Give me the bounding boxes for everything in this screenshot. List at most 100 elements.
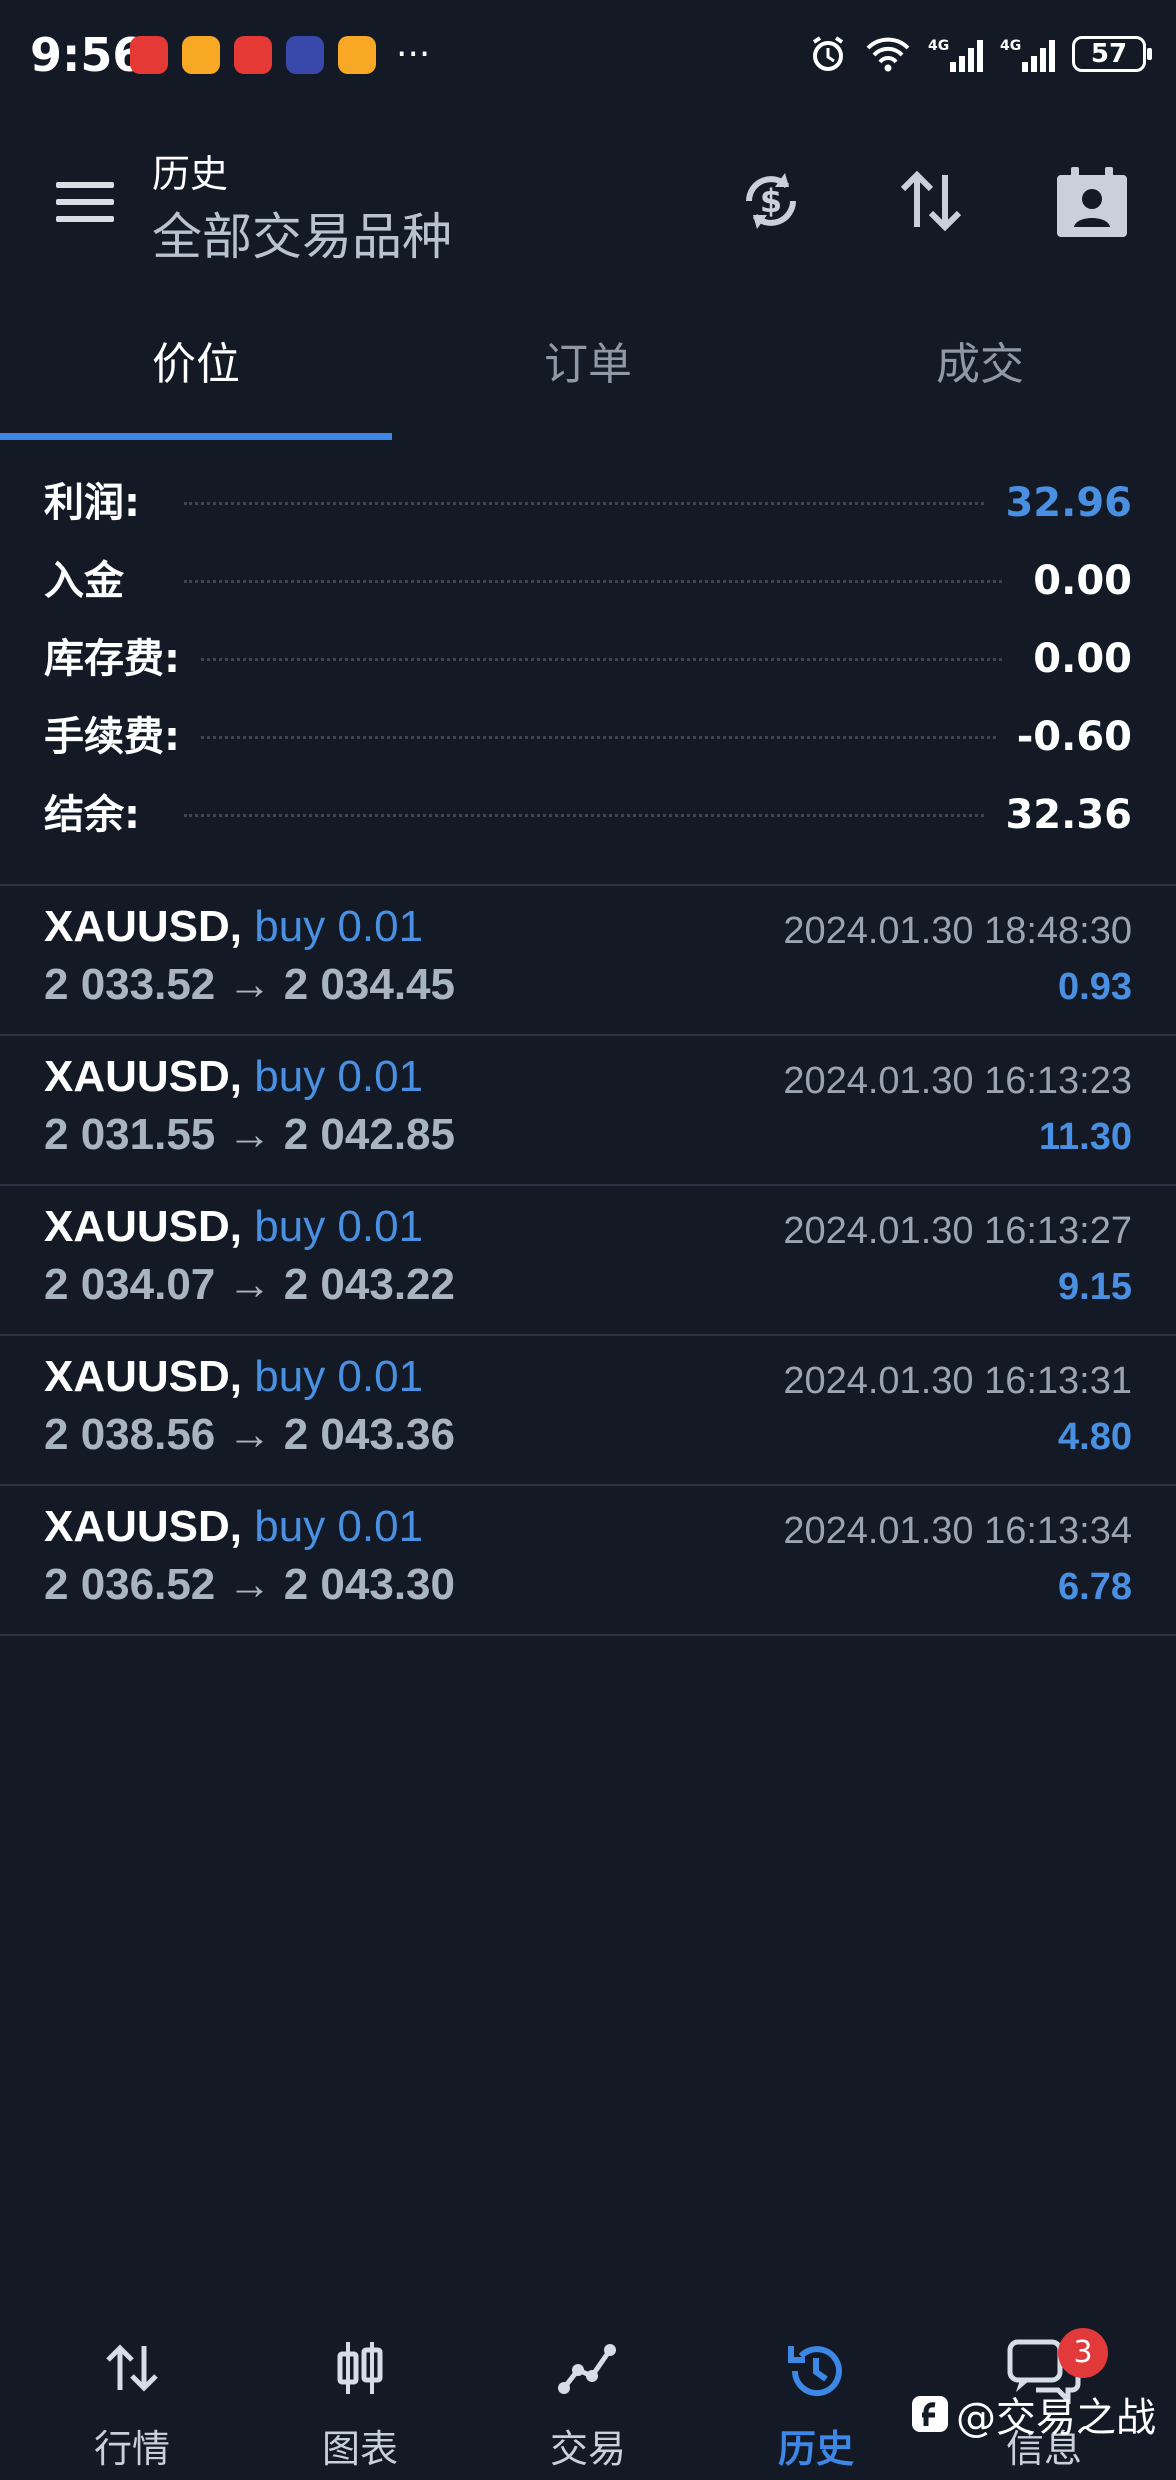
notification-icons: ··· xyxy=(130,36,430,74)
trade-prices: 2 038.56 → 2 043.36 xyxy=(44,1410,455,1459)
trade-icon xyxy=(558,2344,616,2394)
summary-row-swap: 库存费: 0.00 xyxy=(44,624,1132,694)
trade-prices: 2 034.07 → 2 043.22 xyxy=(44,1260,455,1309)
dotted-leader xyxy=(184,580,1002,583)
summary-value: -0.60 xyxy=(996,702,1132,772)
dotted-leader xyxy=(184,736,1002,739)
status-bar: 9:56 ··· 4G 4G 57 xyxy=(0,0,1176,115)
trade-profit: 6.78 xyxy=(1058,1566,1132,1608)
quotes-icon xyxy=(106,2344,158,2392)
summary-value: 0.00 xyxy=(1013,624,1132,694)
trade-profit: 4.80 xyxy=(1058,1416,1132,1458)
trade-symbol: XAUUSD, buy 0.01 xyxy=(44,1502,424,1551)
history-tabs: 价位 订单 成交 xyxy=(0,290,1176,440)
alarm-icon xyxy=(812,36,844,71)
signal-4g-icon-2: 4G xyxy=(1000,38,1055,72)
trade-side: buy 0.01 xyxy=(254,1502,424,1551)
weibo-logo-icon xyxy=(912,2396,948,2432)
trade-profit: 0.93 xyxy=(1058,966,1132,1008)
nav-label: 图表 xyxy=(321,2427,398,2471)
summary-row-deposit: 入金 0.00 xyxy=(44,546,1132,616)
summary-label: 入金 xyxy=(44,546,144,616)
page-title: 历史 xyxy=(152,152,229,196)
watermark: @交易之战 xyxy=(910,2385,1156,2443)
trade-row[interactable]: XAUUSD, buy 0.01 2 034.07 → 2 043.22 202… xyxy=(0,1186,1176,1334)
summary-row-balance: 结余: 32.36 xyxy=(44,780,1132,850)
trade-row[interactable]: XAUUSD, buy 0.01 2 038.56 → 2 043.36 202… xyxy=(0,1336,1176,1484)
wifi-icon xyxy=(866,37,910,72)
trade-symbol: XAUUSD, buy 0.01 xyxy=(44,902,424,951)
trade-side: buy 0.01 xyxy=(254,902,424,951)
history-icon xyxy=(788,2346,842,2397)
divider xyxy=(0,1634,1176,1636)
trade-prices: 2 036.52 → 2 043.30 xyxy=(44,1560,455,1609)
svg-text:4G: 4G xyxy=(928,38,949,54)
chart-icon xyxy=(337,2342,383,2394)
tab-orders[interactable]: 订单 xyxy=(392,290,784,440)
hamburger-icon xyxy=(56,182,114,222)
nav-label: 历史 xyxy=(777,2427,854,2471)
trade-time: 2024.01.30 16:13:23 xyxy=(783,1060,1132,1102)
notification-badge: 3 xyxy=(1058,2328,1108,2378)
trade-profit: 11.30 xyxy=(1039,1116,1132,1158)
summary-row-commission: 手续费: -0.60 xyxy=(44,702,1132,772)
active-tab-indicator xyxy=(0,433,392,440)
trade-prices: 2 033.52 → 2 034.45 xyxy=(44,960,455,1009)
summary-row-profit: 利润: 32.96 xyxy=(44,468,1132,538)
summary-value: 32.96 xyxy=(985,468,1132,538)
trade-time: 2024.01.30 16:13:31 xyxy=(783,1360,1132,1402)
store-app-icon xyxy=(234,36,272,74)
contact-card-icon xyxy=(1057,167,1127,237)
tieba-app-icon xyxy=(286,36,324,74)
summary-value: 32.36 xyxy=(985,780,1132,850)
sort-arrows-icon xyxy=(900,170,962,232)
tab-deals[interactable]: 成交 xyxy=(784,290,1176,440)
trade-symbol: XAUUSD, buy 0.01 xyxy=(44,1052,424,1101)
mail-app-icon xyxy=(182,36,220,74)
trade-symbol: XAUUSD, buy 0.01 xyxy=(44,1202,424,1251)
tab-positions[interactable]: 价位 xyxy=(0,290,392,440)
symbol-filter[interactable]: 全部交易品种 xyxy=(152,197,452,269)
app-notification-icon xyxy=(130,36,168,74)
currency-refresh-icon: $ xyxy=(746,173,796,229)
trade-row[interactable]: XAUUSD, buy 0.01 2 031.55 → 2 042.85 202… xyxy=(0,1036,1176,1184)
nav-label: 行情 xyxy=(93,2427,170,2471)
more-notifications-icon: ··· xyxy=(396,34,431,75)
svg-text:4G: 4G xyxy=(1000,38,1021,54)
trade-time: 2024.01.30 16:13:27 xyxy=(783,1210,1132,1252)
trade-row[interactable]: XAUUSD, buy 0.01 2 036.52 → 2 043.30 202… xyxy=(0,1486,1176,1634)
trade-side: buy 0.01 xyxy=(254,1352,424,1401)
trade-side: buy 0.01 xyxy=(254,1052,424,1101)
status-time: 9:56 xyxy=(30,28,145,82)
signal-4g-icon: 4G xyxy=(928,38,983,72)
summary-label: 手续费: xyxy=(44,702,200,772)
nav-quotes[interactable]: 行情 xyxy=(18,2310,246,2480)
summary-label: 结余: xyxy=(44,780,160,850)
summary-value: 0.00 xyxy=(1013,546,1132,616)
dotted-leader xyxy=(184,502,1002,505)
watermark-text: @交易之战 xyxy=(956,2395,1156,2441)
nav-history[interactable]: 历史 xyxy=(702,2310,930,2480)
trade-prices: 2 031.55 → 2 042.85 xyxy=(44,1110,455,1159)
weibo-app-icon xyxy=(338,36,376,74)
trade-symbol: XAUUSD, buy 0.01 xyxy=(44,1352,424,1401)
summary-label: 库存费: xyxy=(44,624,200,694)
nav-chart[interactable]: 图表 xyxy=(246,2310,474,2480)
trade-time: 2024.01.30 18:48:30 xyxy=(783,910,1132,952)
trade-row[interactable]: XAUUSD, buy 0.01 2 033.52 → 2 034.45 202… xyxy=(0,886,1176,1034)
trade-side: buy 0.01 xyxy=(254,1202,424,1251)
trade-time: 2024.01.30 16:13:34 xyxy=(783,1510,1132,1552)
svg-text:$: $ xyxy=(760,182,782,220)
app-bar: 历史 全部交易品种 $ xyxy=(0,115,1176,290)
sort-button[interactable] xyxy=(895,165,967,241)
report-button[interactable] xyxy=(1055,165,1129,243)
menu-button[interactable] xyxy=(56,180,116,228)
nav-trade[interactable]: 交易 xyxy=(474,2310,702,2480)
currency-sync-button[interactable]: $ xyxy=(735,165,807,241)
system-status-icons: 4G 4G 57 xyxy=(808,34,1152,74)
battery-icon: 57 xyxy=(1072,36,1152,72)
dotted-leader xyxy=(184,814,1002,817)
nav-label: 交易 xyxy=(549,2427,626,2471)
trade-profit: 9.15 xyxy=(1058,1266,1132,1308)
dotted-leader xyxy=(184,658,1002,661)
